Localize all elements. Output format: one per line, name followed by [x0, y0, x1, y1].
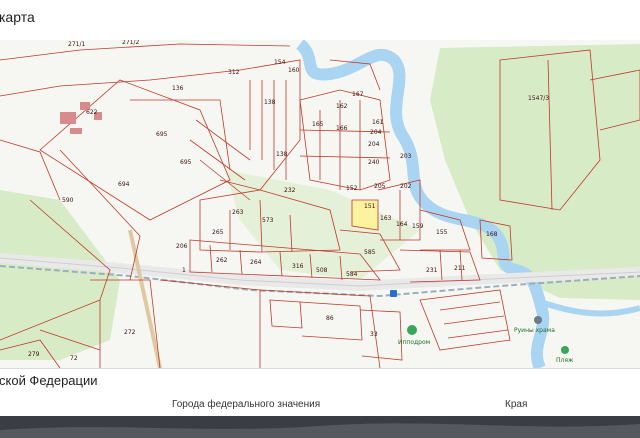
parcel-label[interactable]: 161	[372, 119, 384, 126]
cadastral-map[interactable]: 271/1 271/2 312 154 622 160 136 138 162 167 161 204…	[0, 40, 640, 368]
parcel-label[interactable]: 694	[118, 181, 130, 188]
parcel-label[interactable]: 168	[486, 231, 498, 238]
parcel-label[interactable]: 204	[368, 141, 380, 148]
parcel-label[interactable]: 508	[316, 267, 328, 274]
beach-icon	[561, 346, 569, 354]
bus-stop-icon	[390, 290, 397, 297]
parcel-label[interactable]: 72	[70, 355, 78, 362]
parcel-label[interactable]: 231	[426, 267, 438, 274]
parcel-label[interactable]: 316	[292, 263, 304, 270]
poi-hippodrome-label: Ипподром	[398, 339, 430, 346]
parcel-label[interactable]: 232	[284, 187, 296, 194]
section-title: ской Федерации	[0, 373, 98, 388]
hippodrome-icon	[407, 325, 417, 335]
parcel-label[interactable]: 155	[436, 229, 448, 236]
poi-beach-label: Пляж	[556, 357, 574, 364]
top-header: карта	[0, 0, 640, 41]
parcel-label[interactable]: 167	[352, 91, 364, 98]
parcel-label[interactable]: 240	[368, 159, 380, 166]
parcel-label[interactable]: 1547/3	[528, 95, 549, 102]
parcel-label[interactable]: 164	[396, 221, 408, 228]
parcel-label[interactable]: 590	[62, 197, 74, 204]
parcel-label[interactable]: 159	[412, 223, 424, 230]
parcel-label[interactable]: 138	[264, 99, 276, 106]
parcel-label[interactable]: 695	[156, 131, 168, 138]
parcel-label[interactable]: 166	[336, 125, 348, 132]
parcel-label[interactable]: 573	[262, 217, 274, 224]
parcel-label[interactable]: 136	[172, 85, 184, 92]
parcel-label[interactable]: 86	[326, 315, 334, 322]
parcel-label[interactable]: 202	[400, 183, 412, 190]
parcel-label[interactable]: 206	[176, 243, 188, 250]
map-canvas[interactable]: 271/1 271/2 312 154 622 160 136 138 162 167 161 204…	[0, 40, 640, 368]
parcel-label[interactable]: 152	[346, 185, 358, 192]
parcel-label[interactable]: 203	[400, 153, 412, 160]
parcel-label[interactable]: 264	[250, 259, 262, 266]
info-panel: ской Федерации Города федерального значе…	[0, 368, 640, 417]
parcel-label[interactable]: 272	[124, 329, 136, 336]
parcel-label[interactable]: 151	[364, 203, 376, 210]
parcel-label[interactable]: 265	[212, 229, 224, 236]
parcel-label[interactable]: 584	[346, 271, 358, 278]
parcel-label[interactable]: 162	[336, 103, 348, 110]
page-title: карта	[0, 9, 35, 25]
parcel-label[interactable]: 263	[232, 209, 244, 216]
parcel-label[interactable]: 154	[274, 59, 286, 66]
column-federal-cities[interactable]: Города федерального значения	[172, 399, 320, 410]
parcel-label[interactable]: 211	[454, 265, 466, 272]
parcel-label[interactable]: 279	[28, 351, 40, 358]
parcel-label[interactable]: 165	[312, 121, 324, 128]
parcel-label[interactable]: 33	[370, 331, 378, 338]
road-number-label: 1	[182, 267, 186, 274]
parcel-label[interactable]: 695	[180, 159, 192, 166]
poi-ruins-label: Руины храма	[514, 327, 555, 334]
parcel-label[interactable]: 160	[288, 67, 300, 74]
parcel-label[interactable]: 262	[216, 257, 228, 264]
parcel-label[interactable]: 312	[228, 69, 240, 76]
parcel-label[interactable]: 163	[380, 215, 392, 222]
parcel-label[interactable]: 271/2	[122, 40, 139, 46]
bottom-image-strip	[0, 416, 640, 438]
parcel-label[interactable]: 622	[86, 109, 98, 116]
column-krai[interactable]: Края	[505, 399, 527, 410]
parcel-label[interactable]: 585	[364, 249, 376, 256]
parcel-label[interactable]: 138	[276, 151, 288, 158]
parcel-label[interactable]: 204	[370, 129, 382, 136]
ruins-icon	[534, 316, 542, 324]
parcel-label[interactable]: 271/1	[68, 41, 85, 48]
parcel-label[interactable]: 205	[374, 183, 386, 190]
